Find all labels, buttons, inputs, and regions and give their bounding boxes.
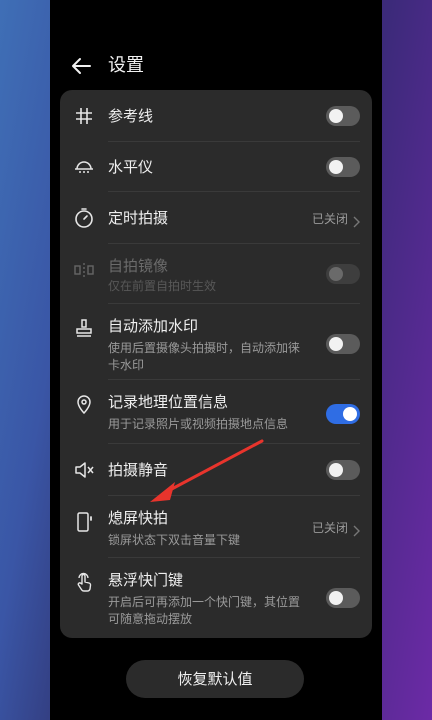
screen-off-snapshot-value: 已关闭 bbox=[311, 521, 348, 535]
setting-location[interactable]: 记录地理位置信息 用于记录照片或视频拍摄地点信息 bbox=[60, 380, 372, 444]
setting-label: 拍摄静音 bbox=[108, 461, 169, 479]
setting-screen-off-snapshot[interactable]: 熄屏快拍 锁屏状态下双击音量下键 已关闭 bbox=[60, 496, 372, 558]
back-arrow-icon[interactable] bbox=[70, 54, 94, 78]
top-bar: 设置 bbox=[50, 46, 382, 86]
setting-label: 自拍镜像 bbox=[108, 257, 169, 275]
setting-description: 仅在前置自拍时生效 bbox=[108, 279, 217, 293]
chevron-right-icon bbox=[352, 213, 360, 228]
setting-grid-lines[interactable]: 参考线 bbox=[60, 90, 372, 142]
setting-description: 用于记录照片或视频拍摄地点信息 bbox=[108, 417, 289, 431]
mute-speaker-icon bbox=[72, 458, 96, 482]
setting-selfie-mirror: 自拍镜像 仅在前置自拍时生效 bbox=[60, 244, 372, 304]
setting-description: 开启后可再添加一个快门键，其位置可随意拖动摆放 bbox=[108, 595, 301, 626]
location-toggle[interactable] bbox=[326, 404, 360, 424]
setting-label: 悬浮快门键 bbox=[108, 571, 184, 589]
grid-icon bbox=[72, 104, 96, 128]
settings-panel: 参考线 水平仪 定时拍摄 已关闭 自拍镜像 仅在前置自拍时生效 自动添加水印 使… bbox=[60, 90, 372, 638]
timer-icon bbox=[72, 206, 96, 230]
setting-label: 自动添加水印 bbox=[108, 317, 199, 335]
timer-value: 已关闭 bbox=[311, 212, 348, 226]
setting-description: 使用后置摄像头拍摄时，自动添加徕卡水印 bbox=[108, 341, 301, 372]
mute-toggle[interactable] bbox=[326, 460, 360, 480]
setting-label: 参考线 bbox=[108, 107, 154, 125]
selfie-mirror-toggle bbox=[326, 264, 360, 284]
reset-defaults-button[interactable]: 恢复默认值 bbox=[126, 660, 304, 698]
mirror-icon bbox=[72, 258, 96, 282]
chevron-right-icon bbox=[352, 522, 360, 537]
setting-mute[interactable]: 拍摄静音 bbox=[60, 444, 372, 496]
setting-label: 定时拍摄 bbox=[108, 209, 169, 227]
touch-hand-icon bbox=[72, 570, 96, 594]
floating-shutter-toggle[interactable] bbox=[326, 588, 360, 608]
setting-timer[interactable]: 定时拍摄 已关闭 bbox=[60, 192, 372, 244]
setting-floating-shutter[interactable]: 悬浮快门键 开启后可再添加一个快门键，其位置可随意拖动摆放 bbox=[60, 558, 372, 638]
phone-screen: 设置 参考线 水平仪 定时拍摄 已关闭 自拍镜像 仅在前置自拍时生效 自动添加水… bbox=[50, 0, 382, 720]
grid-lines-toggle[interactable] bbox=[326, 106, 360, 126]
location-pin-icon bbox=[72, 392, 96, 416]
watermark-toggle[interactable] bbox=[326, 334, 360, 354]
phone-side-button-icon bbox=[72, 510, 96, 534]
setting-label: 记录地理位置信息 bbox=[108, 393, 229, 411]
setting-watermark[interactable]: 自动添加水印 使用后置摄像头拍摄时，自动添加徕卡水印 bbox=[60, 304, 372, 380]
level-icon bbox=[72, 155, 96, 179]
level-toggle[interactable] bbox=[326, 157, 360, 177]
setting-label: 熄屏快拍 bbox=[108, 509, 169, 527]
page-title: 设置 bbox=[108, 55, 144, 76]
stamp-icon bbox=[72, 316, 96, 340]
setting-level[interactable]: 水平仪 bbox=[60, 142, 372, 192]
setting-description: 锁屏状态下双击音量下键 bbox=[108, 533, 241, 547]
setting-label: 水平仪 bbox=[108, 158, 154, 176]
